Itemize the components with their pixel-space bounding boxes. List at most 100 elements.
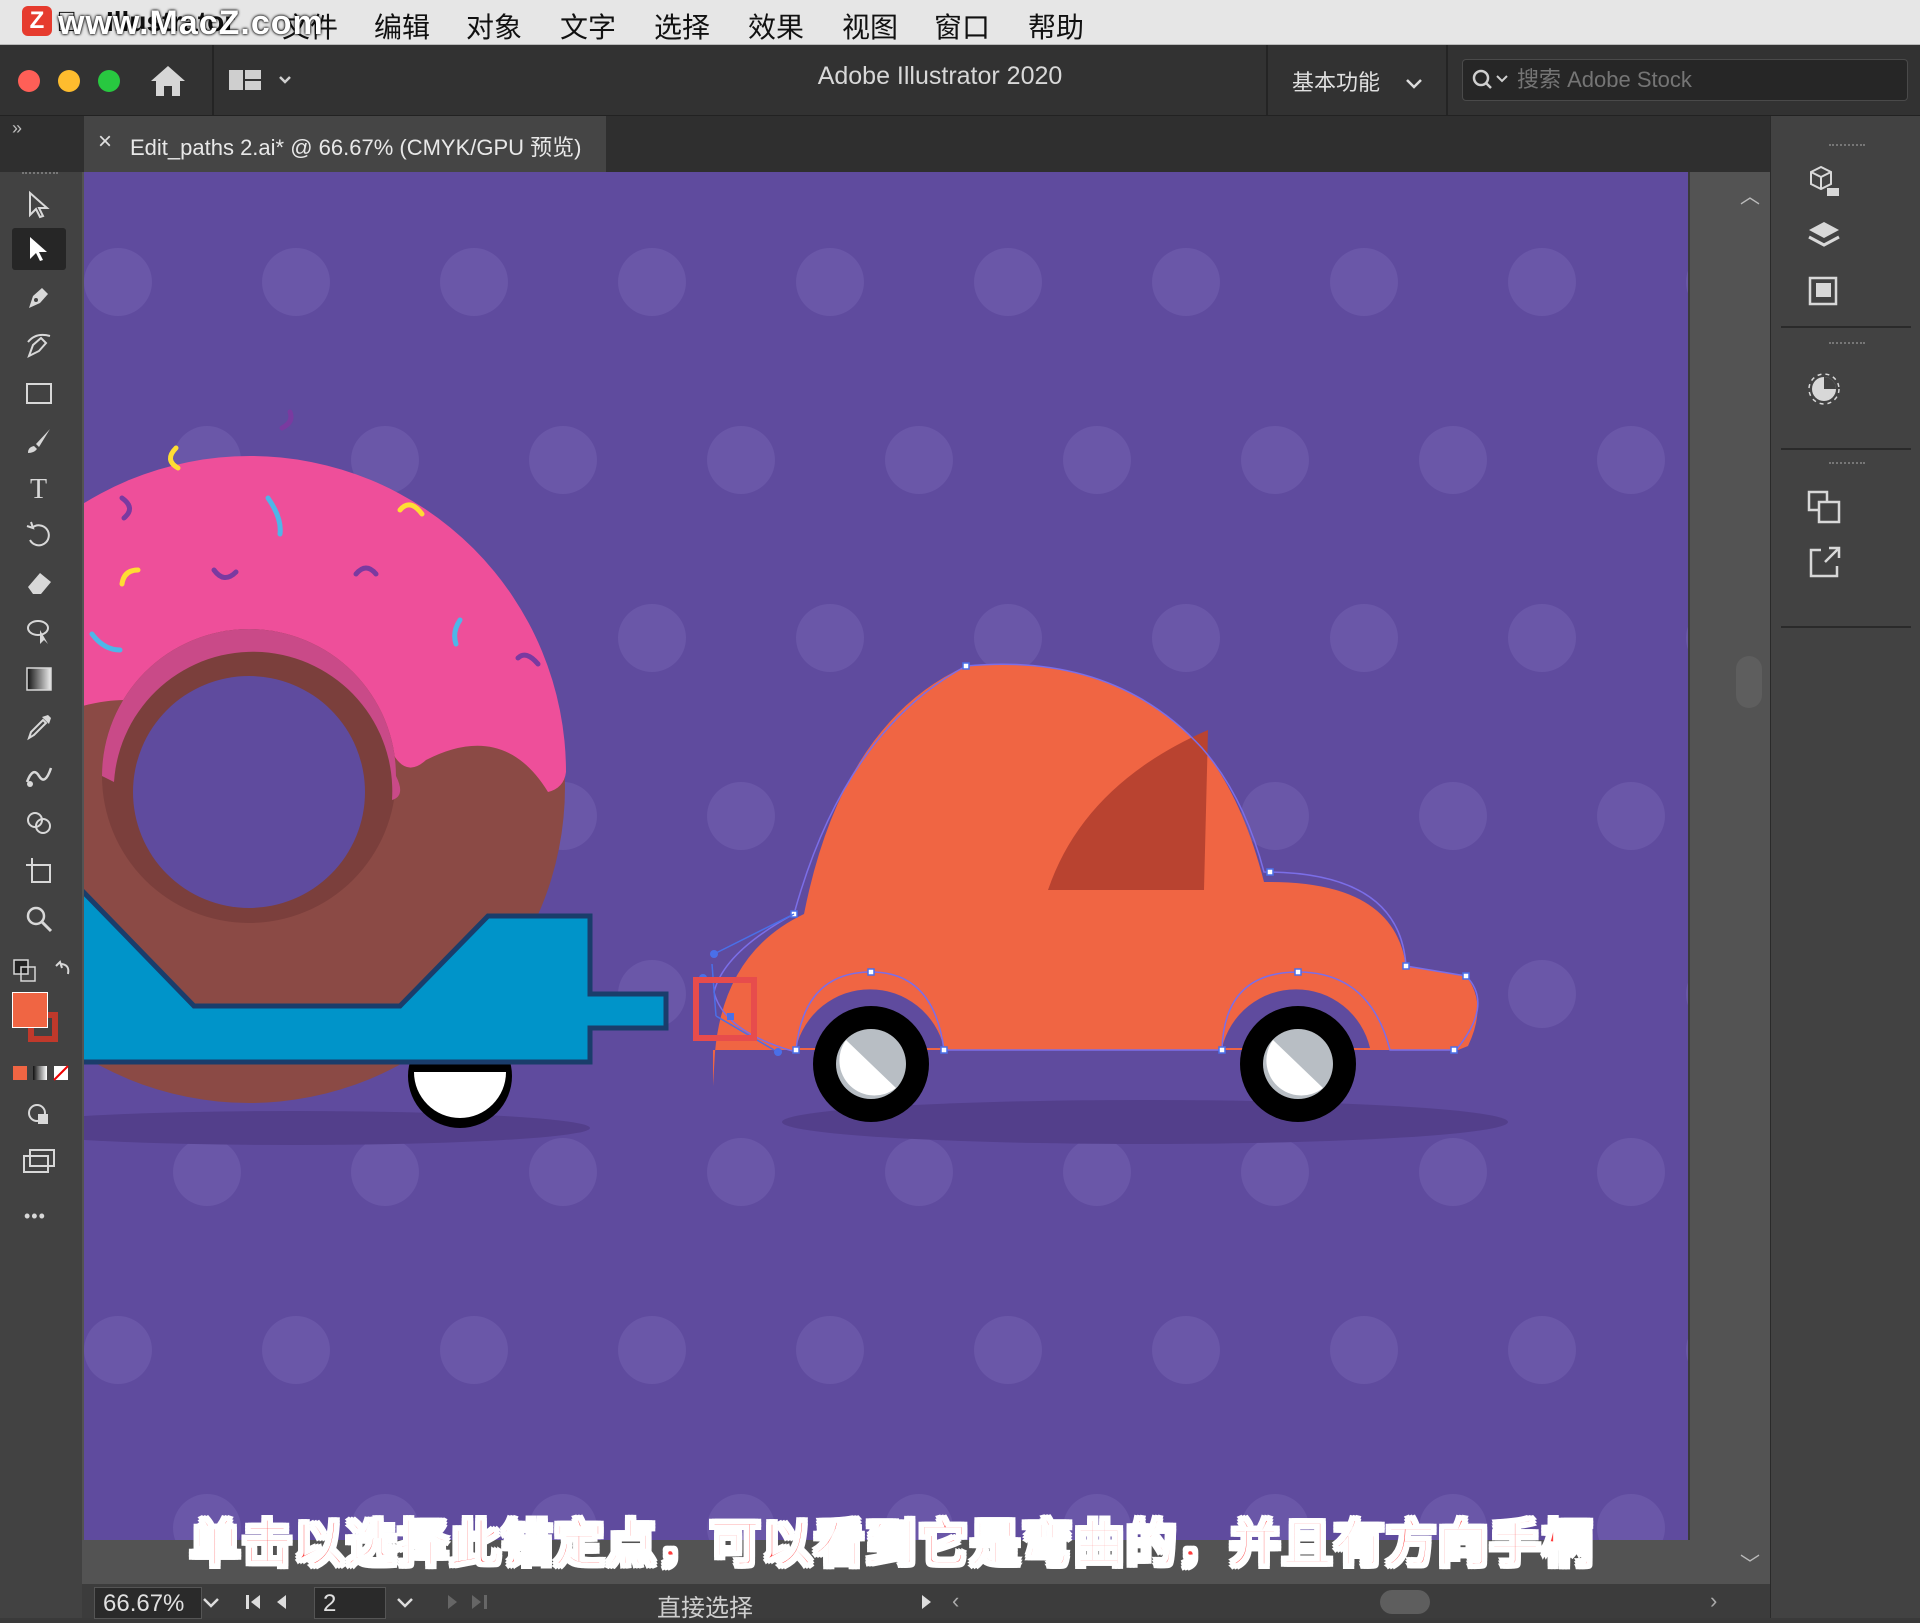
background-dot	[707, 782, 775, 850]
panel-group-3	[1781, 450, 1911, 628]
gradient-tool-icon[interactable]	[12, 658, 66, 700]
scroll-down-icon[interactable]: ﹀	[1740, 1548, 1760, 1577]
free-transform-tool-icon[interactable]	[12, 610, 66, 652]
panel-grip	[1829, 462, 1865, 468]
artboard-number-field[interactable]: 2	[314, 1587, 386, 1619]
adobe-stock-search[interactable]	[1462, 59, 1908, 101]
zoom-tool-icon[interactable]	[12, 898, 66, 940]
background-dot	[1508, 1316, 1576, 1384]
collapse-toolbar-icon[interactable]: »	[12, 118, 22, 139]
layers-icon[interactable]	[1799, 216, 1849, 258]
background-dot	[618, 248, 686, 316]
menu-help[interactable]: 帮助	[1028, 6, 1084, 46]
swap-fill-stroke-icon[interactable]	[12, 958, 74, 989]
document-tab-title: Edit_paths 2.ai* @ 66.67% (CMYK/GPU 预览)	[130, 135, 582, 160]
stock-search-input[interactable]	[1515, 64, 1899, 96]
workspace-label: 基本功能	[1292, 70, 1381, 95]
background-dot	[529, 426, 597, 494]
handle-end	[710, 950, 718, 958]
workspace-switcher[interactable]: 基本功能	[1292, 65, 1424, 97]
arrange-documents-icon[interactable]	[228, 67, 292, 100]
horizontal-scroll-thumb[interactable]	[1380, 1590, 1430, 1614]
direct-selection-tool-icon[interactable]	[12, 228, 66, 270]
document-tab[interactable]: × Edit_paths 2.ai* @ 66.67% (CMYK/GPU 预览…	[84, 116, 606, 172]
eyedropper-tool-icon[interactable]	[12, 706, 66, 748]
scroll-up-icon[interactable]: ︿	[1740, 180, 1760, 209]
fill-swatch[interactable]	[12, 992, 48, 1028]
background-dot	[84, 1316, 152, 1384]
export-icon[interactable]	[1799, 542, 1849, 584]
menu-bar: Z  Illustrator 文件 编辑 对象 文字 选择 效果 视图 窗口 …	[0, 0, 1920, 45]
panel-group-1	[1781, 116, 1911, 328]
shape-builder-tool-icon[interactable]	[12, 802, 66, 844]
curvature-tool-icon[interactable]	[12, 324, 66, 366]
background-dot	[440, 248, 508, 316]
menu-select[interactable]: 选择	[654, 6, 710, 46]
libraries-icon[interactable]	[1799, 160, 1849, 202]
artboard-dropdown-chevron-icon[interactable]	[394, 1594, 416, 1610]
chevron-down-icon	[1406, 79, 1423, 89]
scroll-right-icon[interactable]: ›	[1710, 1588, 1717, 1614]
background-dot	[1597, 426, 1665, 494]
selection-tool-icon[interactable]	[12, 184, 66, 226]
zoom-window-button[interactable]	[98, 70, 120, 92]
divider	[212, 45, 214, 115]
background-dot	[529, 1138, 597, 1206]
fill-stroke-swatches[interactable]	[12, 992, 62, 1046]
background-dot	[1152, 604, 1220, 672]
background-dot	[1330, 1316, 1398, 1384]
zoom-dropdown-chevron-icon[interactable]	[200, 1594, 222, 1610]
menu-object[interactable]: 对象	[466, 6, 522, 46]
selected-anchor-point	[727, 1013, 734, 1020]
background-dot	[885, 1138, 953, 1206]
background-dot	[1063, 1138, 1131, 1206]
vertical-scroll-thumb[interactable]	[1736, 656, 1762, 708]
appearance-icon[interactable]	[1799, 368, 1849, 410]
minimize-window-button[interactable]	[58, 70, 80, 92]
watermark-text: www.MacZ.com	[58, 4, 324, 42]
menu-type[interactable]: 文字	[560, 6, 616, 46]
next-last-artboard-icon[interactable]	[442, 1592, 492, 1612]
rotate-tool-icon[interactable]	[12, 514, 66, 556]
background-dot	[1508, 604, 1576, 672]
close-window-button[interactable]	[18, 70, 40, 92]
vertical-scrollbar[interactable]: ︿ ﹀	[1736, 172, 1766, 1584]
eraser-tool-icon[interactable]	[12, 562, 66, 604]
color-mode-icons[interactable]	[12, 1064, 70, 1087]
menu-edit[interactable]: 编辑	[374, 6, 430, 46]
panel-grip	[1829, 342, 1865, 348]
background-dot	[707, 426, 775, 494]
background-dot	[1241, 426, 1309, 494]
close-tab-button[interactable]: ×	[98, 128, 112, 156]
menu-window[interactable]: 窗口	[934, 6, 990, 46]
status-menu-arrow-icon[interactable]	[918, 1592, 934, 1612]
artboard[interactable]	[84, 172, 1688, 1540]
pen-tool-icon[interactable]	[12, 276, 66, 318]
title-bar: Adobe Illustrator 2020 基本功能	[0, 45, 1920, 116]
artboard-tool-icon[interactable]	[12, 850, 66, 892]
rectangle-tool-icon[interactable]	[12, 372, 66, 414]
blend-tool-icon[interactable]	[12, 754, 66, 796]
background-dot	[974, 604, 1042, 672]
more-tools-icon[interactable]: •••	[24, 1206, 46, 1227]
menu-view[interactable]: 视图	[842, 6, 898, 46]
artboards-panel-icon[interactable]	[1799, 270, 1849, 312]
drawing-mode-icon[interactable]	[12, 1094, 66, 1136]
scroll-left-icon[interactable]: ‹	[952, 1588, 959, 1614]
type-tool-icon[interactable]: T	[12, 466, 66, 508]
first-previous-artboard-icon[interactable]	[244, 1592, 302, 1612]
background-dot	[796, 248, 864, 316]
transform-icon[interactable]	[1799, 486, 1849, 528]
handle-end	[774, 1048, 782, 1056]
home-icon[interactable]	[148, 63, 188, 104]
status-bar: 66.67% 2 直接选择 ‹ ›	[82, 1584, 1770, 1622]
tutorial-subtitle: 单击以选择此锚定点，可以看到它是弯曲的，并且有方向手柄	[189, 1515, 1594, 1573]
background-dot	[1508, 960, 1576, 1028]
zoom-level-field[interactable]: 66.67%	[94, 1587, 202, 1619]
background-dot	[974, 248, 1042, 316]
paintbrush-tool-icon[interactable]	[12, 420, 66, 462]
search-icon	[1472, 69, 1508, 89]
screen-mode-icon[interactable]	[12, 1140, 66, 1182]
background-dot	[1419, 426, 1487, 494]
menu-effect[interactable]: 效果	[748, 6, 804, 46]
